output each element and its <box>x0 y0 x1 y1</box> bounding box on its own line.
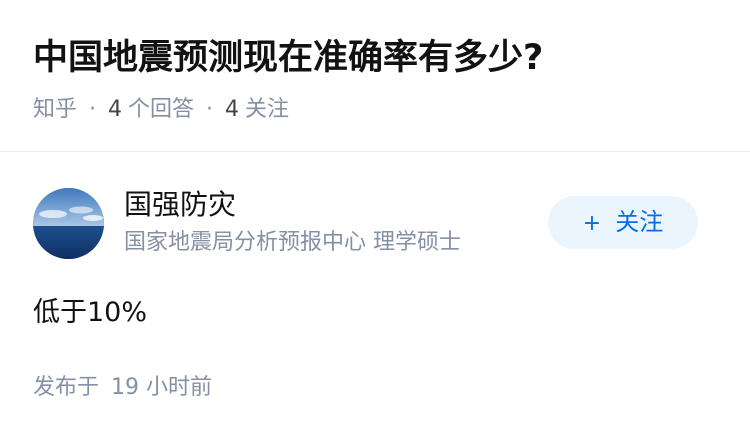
follow-button-label: 关注 <box>615 208 664 236</box>
publish-time-value: 19 小时前 <box>111 375 213 400</box>
answer-count-label: 个回答 <box>128 97 195 122</box>
author-name[interactable]: 国强防灾 <box>124 186 236 224</box>
source-label[interactable]: 知乎 <box>33 97 77 122</box>
meta-separator: · <box>89 97 97 122</box>
question-meta: 知乎 · 4 个回答 · 4 关注 <box>33 94 289 126</box>
follow-button[interactable]: + 关注 <box>548 196 698 249</box>
answer-count: 4 <box>108 97 123 122</box>
answer-content[interactable]: 低于10% <box>33 294 147 332</box>
question-header: 中国地震预测现在准确率有多少? 知乎 · 4 个回答 · 4 关注 <box>0 0 750 152</box>
author-bio: 国家地震局分析预报中心 理学硕士 <box>124 230 461 255</box>
answer-card: 国强防灾 国家地震局分析预报中心 理学硕士 + 关注 低于10% 发布于 19 小时… <box>0 152 750 438</box>
plus-icon: + <box>582 211 602 236</box>
meta-separator: · <box>206 97 214 122</box>
publish-label: 发布于 <box>33 375 100 400</box>
question-title[interactable]: 中国地震预测现在准确率有多少? <box>33 34 543 82</box>
ocean-horizon-avatar-icon <box>33 188 104 259</box>
publish-time[interactable]: 发布于 19 小时前 <box>33 372 212 404</box>
author-avatar[interactable] <box>33 188 104 259</box>
follower-count: 4 <box>225 97 240 122</box>
follower-count-label: 关注 <box>245 97 290 122</box>
